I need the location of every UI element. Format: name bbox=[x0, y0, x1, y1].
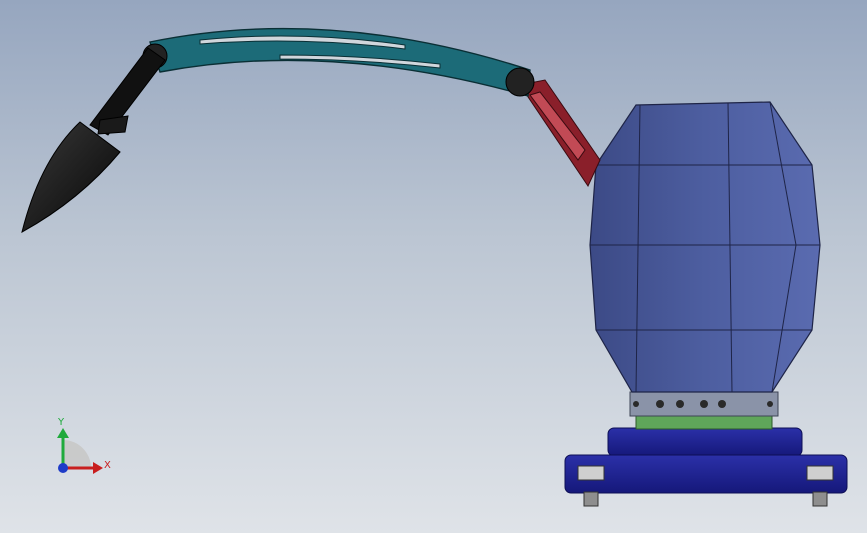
upper-arm[interactable] bbox=[142, 27, 535, 97]
triad-y-label: Y bbox=[57, 417, 65, 428]
triad-x-label: X bbox=[104, 460, 111, 471]
bearing-ring[interactable] bbox=[629, 391, 779, 430]
wrist-link[interactable] bbox=[89, 47, 166, 136]
z-axis-dot bbox=[58, 463, 68, 473]
coordinate-triad: Y X bbox=[57, 417, 111, 474]
robot-arm-model[interactable]: Y X bbox=[0, 0, 867, 533]
mount-plate[interactable] bbox=[564, 427, 848, 507]
forearm-link[interactable] bbox=[519, 79, 601, 188]
body-housing[interactable] bbox=[589, 101, 821, 393]
end-effector[interactable] bbox=[21, 121, 121, 233]
cad-viewport[interactable]: Y X bbox=[0, 0, 867, 533]
